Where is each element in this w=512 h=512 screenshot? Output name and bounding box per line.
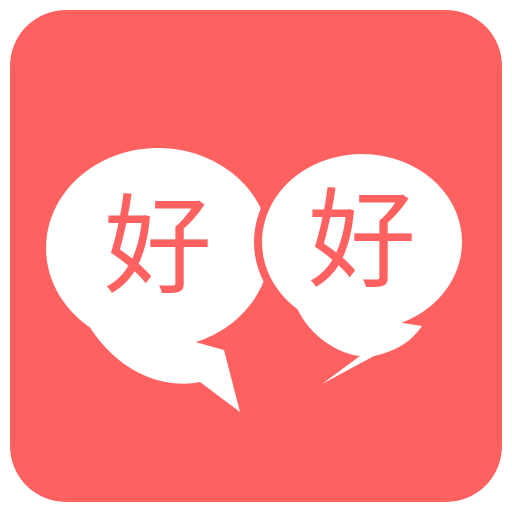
left-bubble-glyph: 好 xyxy=(104,185,212,310)
app-icon-graphic: 好 好 xyxy=(10,10,502,502)
right-bubble-glyph: 好 xyxy=(308,179,416,304)
app-icon[interactable]: 好 好 xyxy=(10,10,502,502)
